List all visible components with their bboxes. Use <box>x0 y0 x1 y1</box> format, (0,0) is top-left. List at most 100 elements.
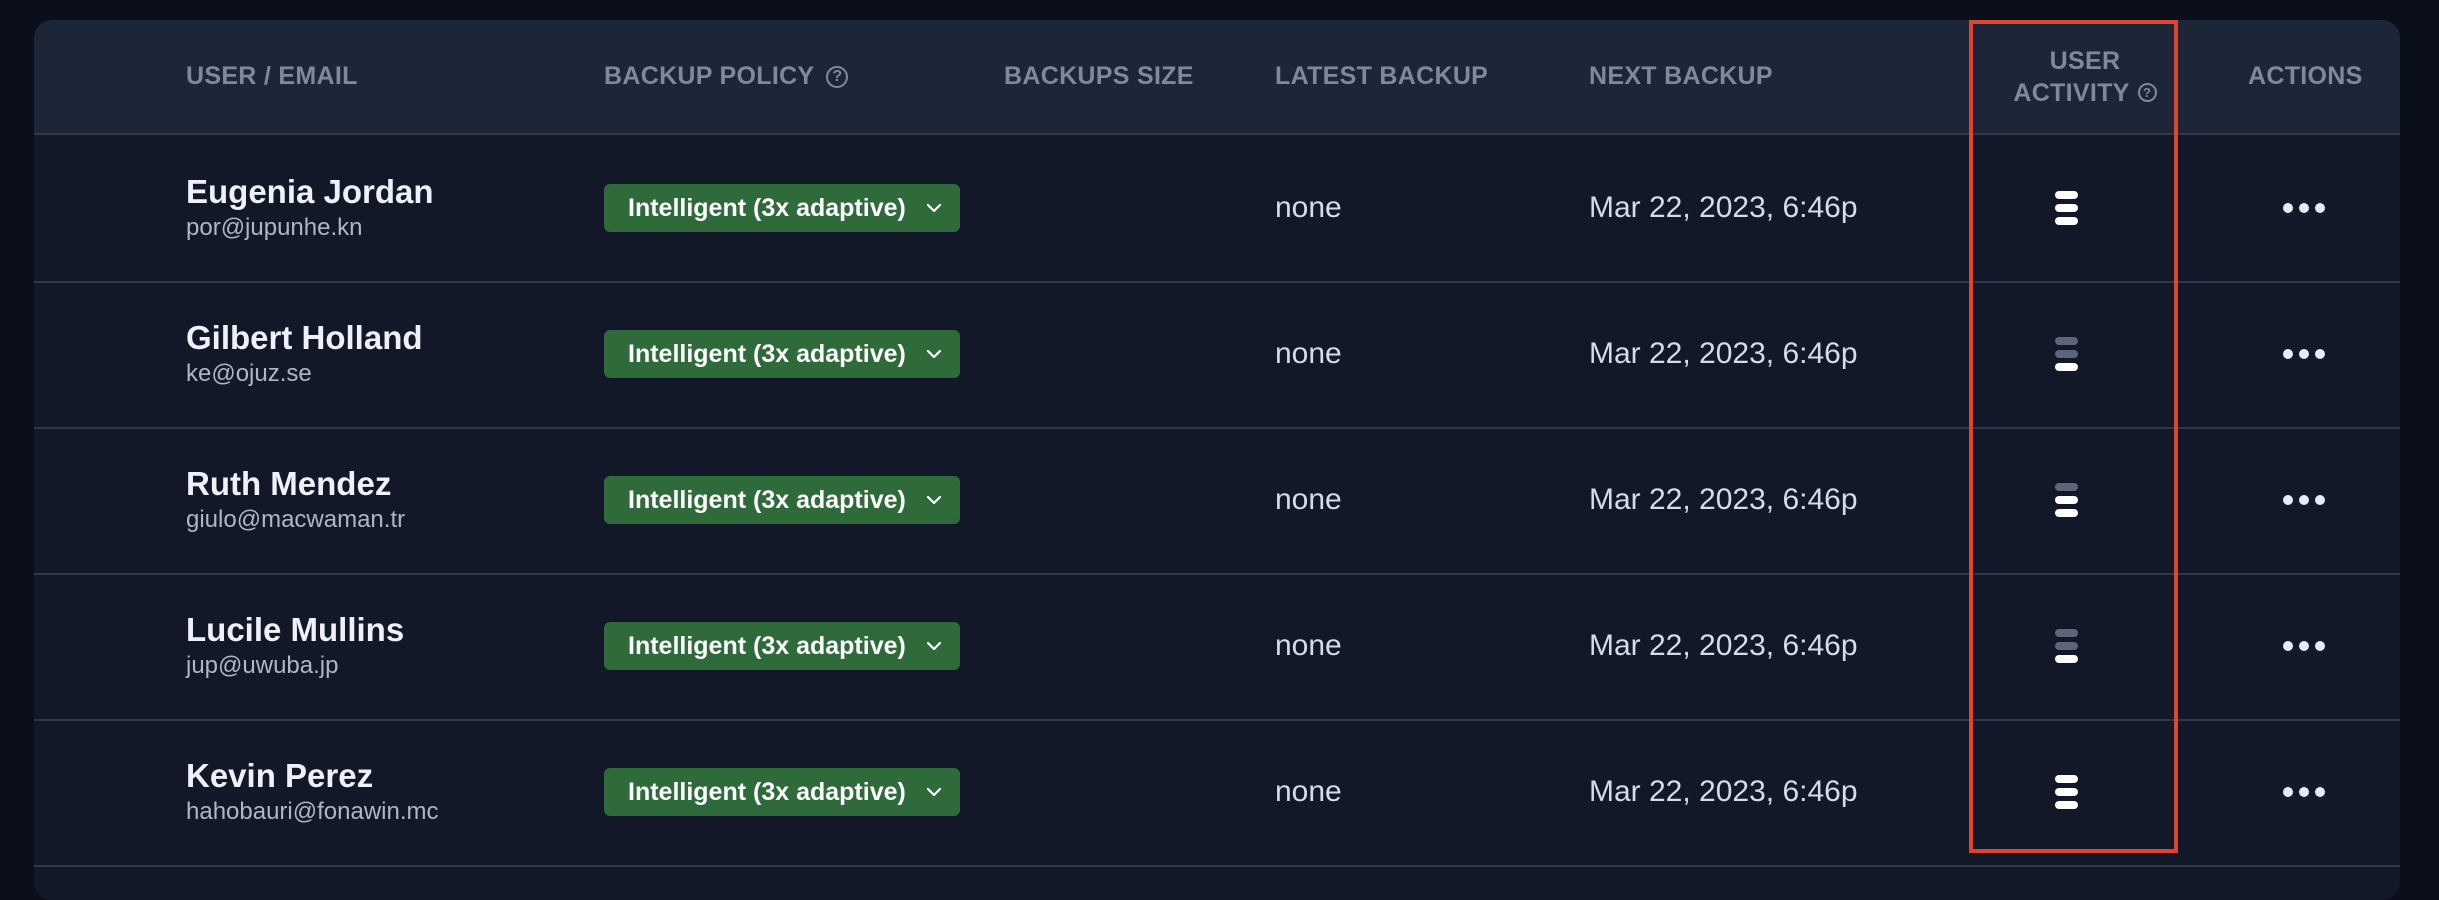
activity-bar <box>2055 655 2078 663</box>
activity-bars-icon <box>2055 337 2078 371</box>
chevron-down-icon <box>924 198 944 218</box>
policy-cell: Intelligent (3x adaptive) <box>604 281 960 427</box>
column-header-user-label: USER / EMAIL <box>186 62 358 90</box>
activity-cell <box>2055 573 2078 719</box>
more-horizontal-icon[interactable] <box>2283 787 2325 797</box>
column-header-next[interactable]: NEXT BACKUP <box>1589 20 1773 133</box>
activity-bar <box>2055 217 2078 225</box>
user-email: por@jupunhe.kn <box>186 214 363 241</box>
table-row: Kevin Perez hahobauri@fonawin.mc Intelli… <box>34 719 2400 867</box>
user-name: Gilbert Holland <box>186 319 423 356</box>
actions-cell <box>2283 719 2325 865</box>
more-horizontal-icon[interactable] <box>2283 641 2325 651</box>
user-cell: Lucile Mullins jup@uwuba.jp <box>186 573 404 719</box>
activity-bar <box>2055 788 2078 796</box>
column-header-user[interactable]: USER / EMAIL <box>186 20 358 133</box>
help-icon[interactable]: ? <box>826 65 849 88</box>
backup-policy-label: Intelligent (3x adaptive) <box>628 777 906 806</box>
policy-cell: Intelligent (3x adaptive) <box>604 427 960 573</box>
user-name: Eugenia Jordan <box>186 173 434 210</box>
more-horizontal-icon[interactable] <box>2283 495 2325 505</box>
user-cell: Eugenia Jordan por@jupunhe.kn <box>186 135 434 281</box>
user-name: Ruth Mendez <box>186 465 392 502</box>
activity-cell <box>2055 719 2078 865</box>
help-icon[interactable]: ? <box>2137 83 2157 102</box>
chevron-down-icon <box>924 344 944 364</box>
activity-bar <box>2055 337 2078 345</box>
column-header-activity-line2: ACTIVITY <box>2013 78 2130 107</box>
user-name: Lucile Mullins <box>186 611 405 648</box>
column-header-activity-line2-wrap: ACTIVITY ? <box>2013 77 2157 109</box>
column-header-latest-label: LATEST BACKUP <box>1275 62 1489 90</box>
activity-bar <box>2055 496 2078 504</box>
more-horizontal-icon[interactable] <box>2283 203 2325 213</box>
user-email: giulo@macwaman.tr <box>186 506 406 533</box>
user-email: ke@ojuz.se <box>186 360 312 387</box>
activity-bars-icon <box>2055 629 2078 663</box>
column-header-activity-line1: USER <box>2049 46 2121 75</box>
actions-cell <box>2283 573 2325 719</box>
activity-cell <box>2055 281 2078 427</box>
column-header-size[interactable]: BACKUPS SIZE <box>1004 20 1194 133</box>
column-header-latest[interactable]: LATEST BACKUP <box>1275 20 1488 133</box>
table-row: Eugenia Jordan por@jupunhe.kn Intelligen… <box>34 135 2400 283</box>
latest-backup-value: none <box>1275 629 1342 662</box>
backup-policy-dropdown[interactable]: Intelligent (3x adaptive) <box>604 476 960 524</box>
column-header-actions: ACTIONS <box>2248 20 2363 133</box>
backup-policy-dropdown[interactable]: Intelligent (3x adaptive) <box>604 622 960 670</box>
latest-backup-value: none <box>1275 483 1342 516</box>
activity-bar <box>2055 775 2078 783</box>
backup-policy-dropdown[interactable]: Intelligent (3x adaptive) <box>604 768 960 816</box>
table-row: Lucile Mullins jup@uwuba.jp Intelligent … <box>34 573 2400 721</box>
backup-policy-label: Intelligent (3x adaptive) <box>628 193 906 222</box>
column-header-activity[interactable]: USER ACTIVITY ? <box>1985 20 2185 133</box>
activity-cell <box>2055 135 2078 281</box>
next-backup-value: Mar 22, 2023, 6:46p <box>1589 337 1858 370</box>
activity-bar <box>2055 629 2078 637</box>
more-horizontal-icon[interactable] <box>2283 349 2325 359</box>
backup-policy-label: Intelligent (3x adaptive) <box>628 485 906 514</box>
backup-policy-label: Intelligent (3x adaptive) <box>628 339 906 368</box>
latest-backup-value: none <box>1275 191 1342 224</box>
next-backup-value: Mar 22, 2023, 6:46p <box>1589 629 1858 662</box>
table-header: USER / EMAIL BACKUP POLICY ? BACKUPS SIZ… <box>34 20 2400 135</box>
users-table: USER / EMAIL BACKUP POLICY ? BACKUPS SIZ… <box>34 20 2400 900</box>
activity-bar <box>2055 801 2078 809</box>
activity-bars-icon <box>2055 483 2078 517</box>
column-header-next-label: NEXT BACKUP <box>1589 62 1773 90</box>
user-cell: Kevin Perez hahobauri@fonawin.mc <box>186 719 439 865</box>
backup-policy-dropdown[interactable]: Intelligent (3x adaptive) <box>604 184 960 232</box>
activity-bars-icon <box>2055 775 2078 809</box>
user-cell: Gilbert Holland ke@ojuz.se <box>186 281 423 427</box>
activity-bar <box>2055 191 2078 199</box>
policy-cell: Intelligent (3x adaptive) <box>604 573 960 719</box>
backup-policy-dropdown[interactable]: Intelligent (3x adaptive) <box>604 330 960 378</box>
actions-cell <box>2283 427 2325 573</box>
column-header-size-label: BACKUPS SIZE <box>1004 62 1194 90</box>
actions-cell <box>2283 281 2325 427</box>
chevron-down-icon <box>924 782 944 802</box>
activity-bar <box>2055 642 2078 650</box>
user-email: jup@uwuba.jp <box>186 652 339 679</box>
user-cell: Ruth Mendez giulo@macwaman.tr <box>186 427 405 573</box>
user-name: Kevin Perez <box>186 757 374 794</box>
activity-bar <box>2055 204 2078 212</box>
activity-bars-icon <box>2055 191 2078 225</box>
activity-cell <box>2055 427 2078 573</box>
activity-bar <box>2055 363 2078 371</box>
column-header-actions-label: ACTIONS <box>2248 62 2363 90</box>
activity-bar <box>2055 350 2078 358</box>
activity-bar <box>2055 483 2078 491</box>
next-backup-value: Mar 22, 2023, 6:46p <box>1589 191 1858 224</box>
latest-backup-value: none <box>1275 337 1342 370</box>
column-header-policy-label: BACKUP POLICY <box>604 62 815 90</box>
chevron-down-icon <box>924 490 944 510</box>
table-row: Gilbert Holland ke@ojuz.se Intelligent (… <box>34 281 2400 429</box>
policy-cell: Intelligent (3x adaptive) <box>604 719 960 865</box>
column-header-policy[interactable]: BACKUP POLICY ? <box>604 20 849 133</box>
table-row: Ruth Mendez giulo@macwaman.tr Intelligen… <box>34 427 2400 575</box>
policy-cell: Intelligent (3x adaptive) <box>604 135 960 281</box>
actions-cell <box>2283 135 2325 281</box>
next-backup-value: Mar 22, 2023, 6:46p <box>1589 775 1858 808</box>
chevron-down-icon <box>924 636 944 656</box>
